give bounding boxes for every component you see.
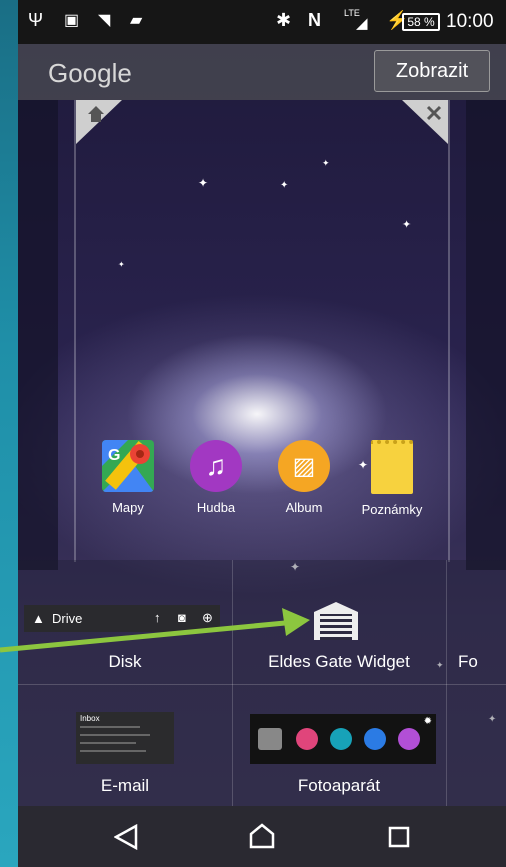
email-preview-title: Inbox xyxy=(80,714,100,723)
email-preview: Inbox xyxy=(76,712,174,764)
status-bar: Ψ ▣ ◥ ▰ ✱ N LTE ◢ ⚡ 58 % 10:00 xyxy=(18,0,506,44)
clock: 10:00 xyxy=(446,11,494,32)
grid-divider xyxy=(18,684,506,685)
home-icon[interactable] xyxy=(248,822,276,850)
app-maps[interactable]: G Mapy xyxy=(88,440,168,515)
next-homescreen-card[interactable] xyxy=(466,100,506,570)
settings-icon: ✹ xyxy=(423,716,432,727)
close-corner-icon[interactable] xyxy=(402,100,448,144)
grid-divider xyxy=(232,560,233,806)
notes-icon xyxy=(371,440,413,494)
app-label: Hudba xyxy=(196,500,236,515)
app-label: Poznámky xyxy=(361,502,423,517)
widget-picker xyxy=(18,560,506,806)
widget-label: Fotoaparát xyxy=(297,776,381,795)
app-label: Mapy xyxy=(112,500,144,515)
music-icon: ♫ xyxy=(190,440,242,492)
previous-homescreen-card[interactable] xyxy=(18,100,58,570)
navigation-bar xyxy=(18,806,506,867)
app-notes[interactable]: Poznámky xyxy=(352,440,432,517)
phone-screen: ✦ ✦ ✦ ✦ ✦ ✦ ✦ ✦ ✦ Ψ ▣ ◥ ▰ ✱ N LTE ◢ ⚡ 58… xyxy=(18,0,506,867)
annotation-arrow xyxy=(0,608,310,653)
album-icon: ▨ xyxy=(278,440,330,492)
home-corner-icon[interactable] xyxy=(76,100,122,144)
google-logo: Google xyxy=(48,58,132,88)
widget-label-partial[interactable]: Fo xyxy=(458,652,506,672)
color-dot xyxy=(296,728,318,750)
back-icon[interactable] xyxy=(114,824,138,850)
app-label: Album xyxy=(285,500,323,515)
bag-icon: ▰ xyxy=(130,12,143,29)
bluetooth-icon: ✱ xyxy=(276,10,292,30)
app-music[interactable]: ♫ Hudba xyxy=(176,440,256,515)
battery-indicator: 58 % xyxy=(402,13,440,31)
widget-label: E-mail xyxy=(100,776,150,795)
nfc-icon: N xyxy=(308,10,321,30)
svg-text:G: G xyxy=(108,447,120,464)
usb-icon: Ψ xyxy=(28,10,44,30)
grid-divider xyxy=(446,560,447,806)
maps-icon: G xyxy=(102,440,154,492)
app-album[interactable]: ▨ Album xyxy=(264,440,344,515)
signal-icon: ◢ xyxy=(356,15,368,32)
camera-icon xyxy=(258,728,282,750)
show-button[interactable]: Zobrazit xyxy=(374,50,490,92)
camera-preview: ✹ xyxy=(250,714,436,764)
recents-icon[interactable] xyxy=(388,826,410,848)
image-icon: ▣ xyxy=(64,12,80,29)
color-dot xyxy=(364,728,386,750)
wifi-icon: ◥ xyxy=(98,12,111,29)
color-dot xyxy=(330,728,352,750)
color-dot xyxy=(398,728,420,750)
